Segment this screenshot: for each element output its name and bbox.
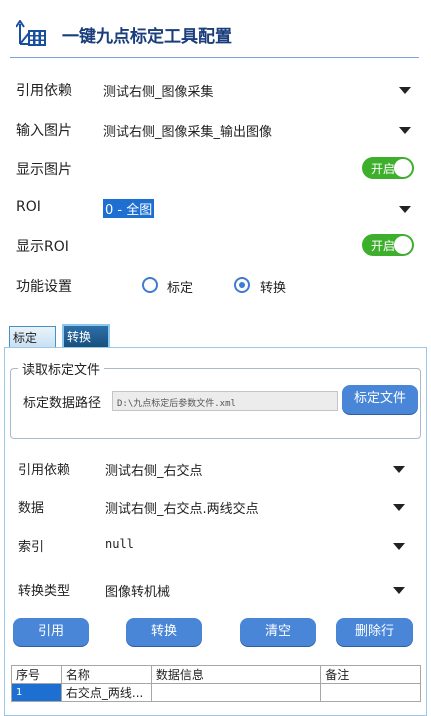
radio-convert[interactable] bbox=[234, 277, 250, 293]
convert-data-value: 测试右侧_右交点.两线交点 bbox=[105, 502, 259, 517]
show-roi-toggle[interactable]: 开启 bbox=[362, 234, 414, 256]
reference-button[interactable]: 引用 bbox=[13, 618, 89, 646]
input-image-label: 输入图片 bbox=[16, 123, 72, 139]
chevron-down-icon bbox=[393, 466, 405, 473]
header-divider bbox=[10, 57, 419, 58]
page-title: 一键九点标定工具配置 bbox=[62, 27, 232, 47]
convert-type-value: 图像转机械 bbox=[105, 585, 171, 600]
convert-ref-select[interactable]: 测试右侧_右交点 bbox=[105, 457, 409, 481]
show-image-toggle-label: 开启 bbox=[371, 162, 396, 176]
convert-data-label: 数据 bbox=[18, 501, 45, 516]
calib-file-group-title: 读取标定文件 bbox=[18, 359, 105, 378]
input-image-value: 测试右侧_图像采集_输出图像 bbox=[103, 125, 273, 140]
grid-transform-icon bbox=[15, 19, 50, 48]
show-roi-toggle-label: 开启 bbox=[371, 239, 396, 253]
convert-data-select[interactable]: 测试右侧_右交点.两线交点 bbox=[105, 495, 409, 519]
chevron-down-icon bbox=[399, 206, 411, 213]
radio-calibrate-label: 标定 bbox=[167, 281, 194, 296]
table-cell-data[interactable] bbox=[150, 683, 322, 702]
convert-index-value: null bbox=[105, 537, 134, 551]
roi-select[interactable]: 0 - 全图 bbox=[103, 197, 415, 221]
function-label: 功能设置 bbox=[16, 279, 72, 295]
toggle-knob bbox=[394, 159, 412, 177]
convert-type-select[interactable]: 图像转机械 bbox=[105, 578, 409, 602]
roi-select-value: 0 - 全图 bbox=[103, 199, 155, 218]
table-cell-index[interactable]: 1 bbox=[11, 683, 62, 702]
calib-file-button[interactable]: 标定文件 bbox=[342, 385, 418, 414]
ref-select[interactable]: 测试右侧_图像采集 bbox=[103, 78, 415, 102]
calib-path-label: 标定数据路径 bbox=[23, 396, 102, 411]
table-header-row: 序号 名称 数据信息 备注 bbox=[11, 665, 421, 684]
clear-button[interactable]: 清空 bbox=[240, 618, 316, 646]
tab-calibrate[interactable]: 标定 bbox=[9, 326, 56, 347]
chevron-down-icon bbox=[393, 504, 405, 511]
convert-index-label: 索引 bbox=[18, 540, 45, 555]
column-header-index[interactable]: 序号 bbox=[11, 665, 62, 684]
tab-convert[interactable]: 转换 bbox=[62, 324, 110, 347]
table-row[interactable]: 1 右交点_两线... bbox=[11, 683, 421, 702]
column-header-data[interactable]: 数据信息 bbox=[150, 665, 322, 684]
show-image-label: 显示图片 bbox=[16, 162, 72, 178]
column-header-name[interactable]: 名称 bbox=[60, 665, 152, 684]
show-image-toggle[interactable]: 开启 bbox=[362, 157, 414, 179]
calib-path-field[interactable]: D:\九点标定后参数文件.xml bbox=[112, 391, 338, 411]
show-roi-label: 显示ROI bbox=[16, 239, 69, 255]
roi-label: ROI bbox=[16, 199, 41, 215]
radio-convert-label: 转换 bbox=[260, 281, 287, 296]
convert-button[interactable]: 转换 bbox=[126, 618, 202, 646]
data-table: 序号 名称 数据信息 备注 1 右交点_两线... bbox=[11, 665, 421, 702]
radio-calibrate[interactable] bbox=[142, 277, 158, 293]
convert-type-label: 转换类型 bbox=[18, 584, 71, 599]
delete-row-button[interactable]: 删除行 bbox=[336, 618, 413, 646]
ref-label: 引用依赖 bbox=[16, 83, 72, 99]
chevron-down-icon bbox=[393, 543, 405, 550]
table-cell-note[interactable] bbox=[320, 683, 421, 702]
chevron-down-icon bbox=[393, 587, 405, 594]
convert-ref-value: 测试右侧_右交点 bbox=[105, 464, 203, 479]
table-cell-name[interactable]: 右交点_两线... bbox=[60, 683, 152, 702]
column-header-note[interactable]: 备注 bbox=[320, 665, 421, 684]
chevron-down-icon bbox=[399, 87, 411, 94]
toggle-knob bbox=[394, 236, 412, 254]
chevron-down-icon bbox=[399, 127, 411, 134]
convert-ref-label: 引用依赖 bbox=[18, 463, 71, 478]
input-image-select[interactable]: 测试右侧_图像采集_输出图像 bbox=[103, 118, 415, 142]
ref-select-value: 测试右侧_图像采集 bbox=[103, 85, 214, 100]
convert-index-select[interactable]: null bbox=[105, 534, 409, 558]
